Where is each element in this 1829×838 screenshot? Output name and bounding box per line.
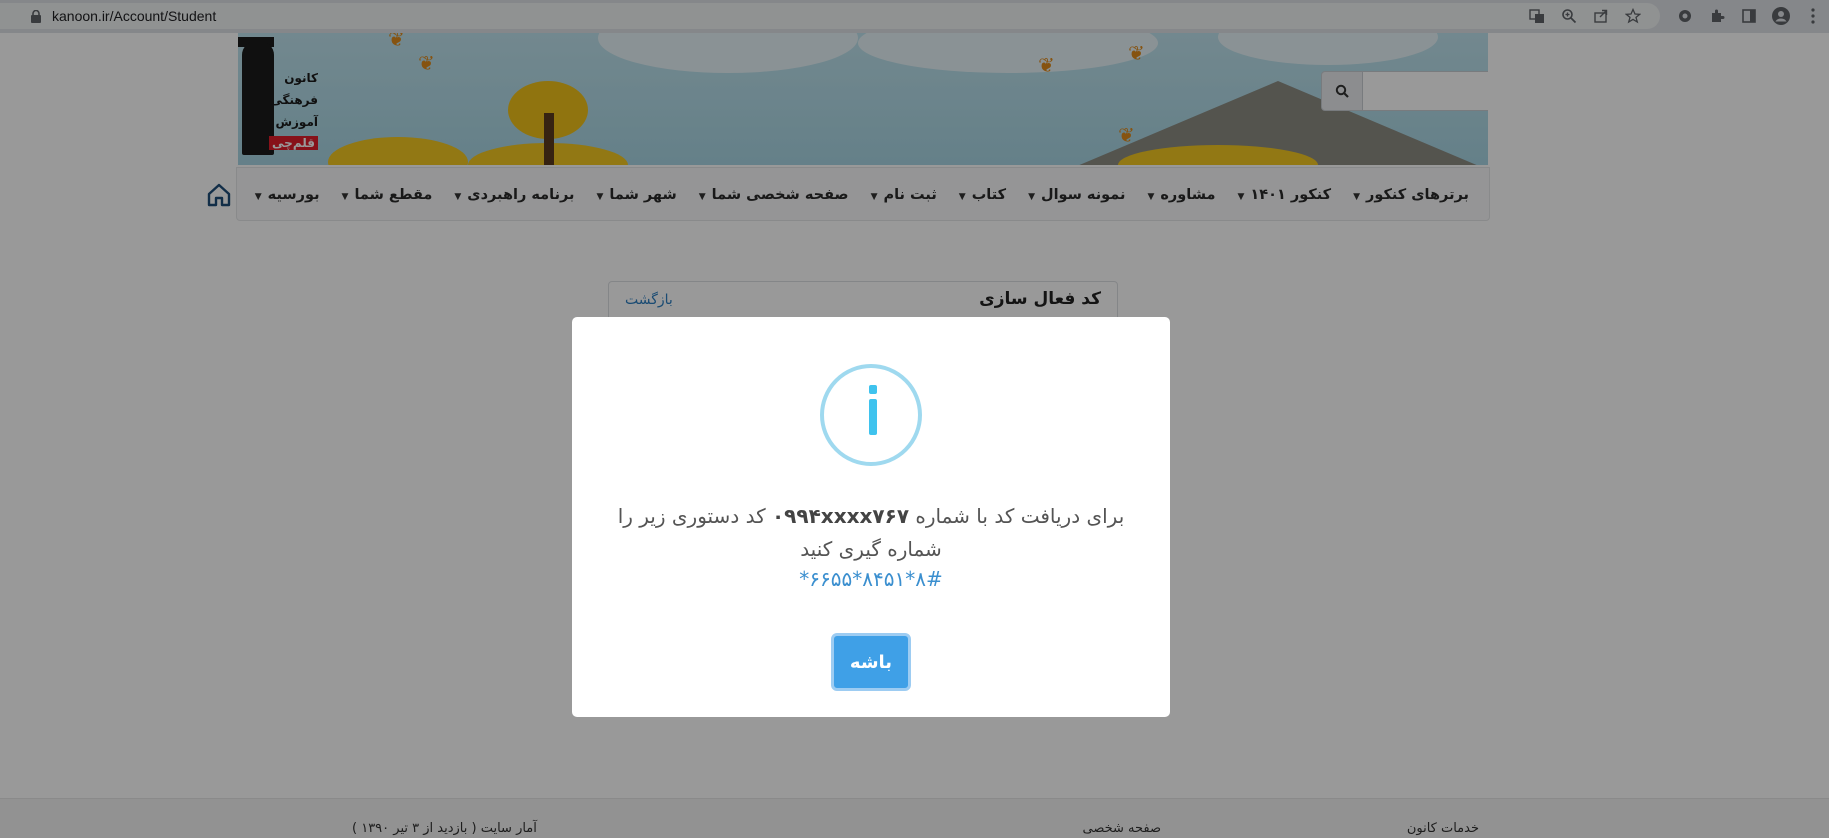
ok-button[interactable]: باشه bbox=[831, 633, 911, 691]
info-icon bbox=[820, 364, 922, 466]
info-dialog: برای دریافت کد با شماره ۰۹۹۴xxxx۷۶۷ کد د… bbox=[572, 317, 1170, 717]
dialog-message: برای دریافت کد با شماره ۰۹۹۴xxxx۷۶۷ کد د… bbox=[602, 500, 1140, 566]
ussd-code: *۶۶۵۵*۸۴۵۱*۸# bbox=[799, 567, 943, 591]
phone-number: ۰۹۹۴xxxx۷۶۷ bbox=[771, 504, 910, 528]
dialog-text-before: برای دریافت کد با شماره bbox=[915, 504, 1125, 528]
